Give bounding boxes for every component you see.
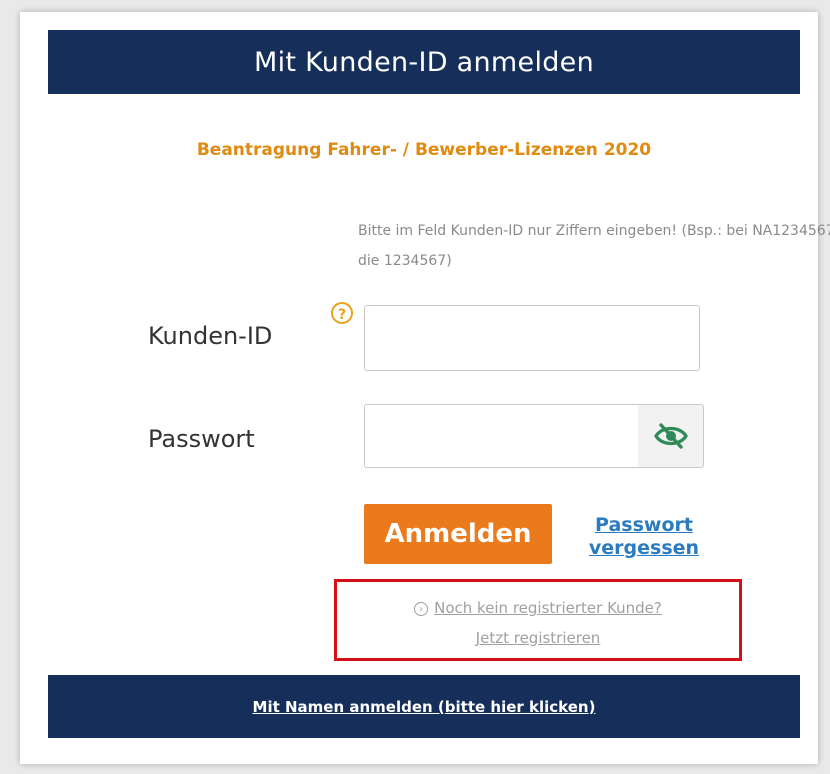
register-question-text[interactable]: Noch kein registrierter Kunde? [434, 599, 662, 617]
register-question-link[interactable]: › Noch kein registrierter Kunde? [334, 599, 742, 617]
register-highlight-box [334, 579, 742, 661]
login-button[interactable]: Anmelden [364, 504, 552, 564]
customer-id-label: Kunden-ID [148, 322, 273, 350]
customer-id-hint: Bitte im Feld Kunden-ID nur Ziffern eing… [358, 223, 830, 269]
register-now-link[interactable]: Jetzt registrieren [334, 629, 742, 647]
header-title: Mit Kunden-ID anmelden [253, 46, 595, 78]
chevron-right-circle-icon: › [414, 602, 429, 616]
help-icon[interactable]: ? [331, 302, 353, 324]
password-toggle-button[interactable] [638, 404, 704, 468]
name-login-bar: Mit Namen anmelden (bitte hier klicken) [48, 675, 800, 738]
login-card: Mit Kunden-ID anmelden Beantragung Fahre… [48, 30, 830, 738]
license-subtitle: Beantragung Fahrer- / Bewerber-Lizenzen … [196, 140, 652, 160]
forgot-password-link[interactable]: Passwort vergessen [578, 514, 710, 560]
name-login-link[interactable]: Mit Namen anmelden (bitte hier klicken) [253, 698, 596, 716]
login-header: Mit Kunden-ID anmelden [48, 30, 800, 94]
eye-slash-icon [653, 423, 688, 449]
login-panel: Mit Kunden-ID anmelden Beantragung Fahre… [20, 12, 830, 764]
password-input[interactable] [364, 404, 640, 468]
customer-id-input[interactable] [364, 305, 700, 371]
password-label: Passwort [148, 425, 255, 453]
